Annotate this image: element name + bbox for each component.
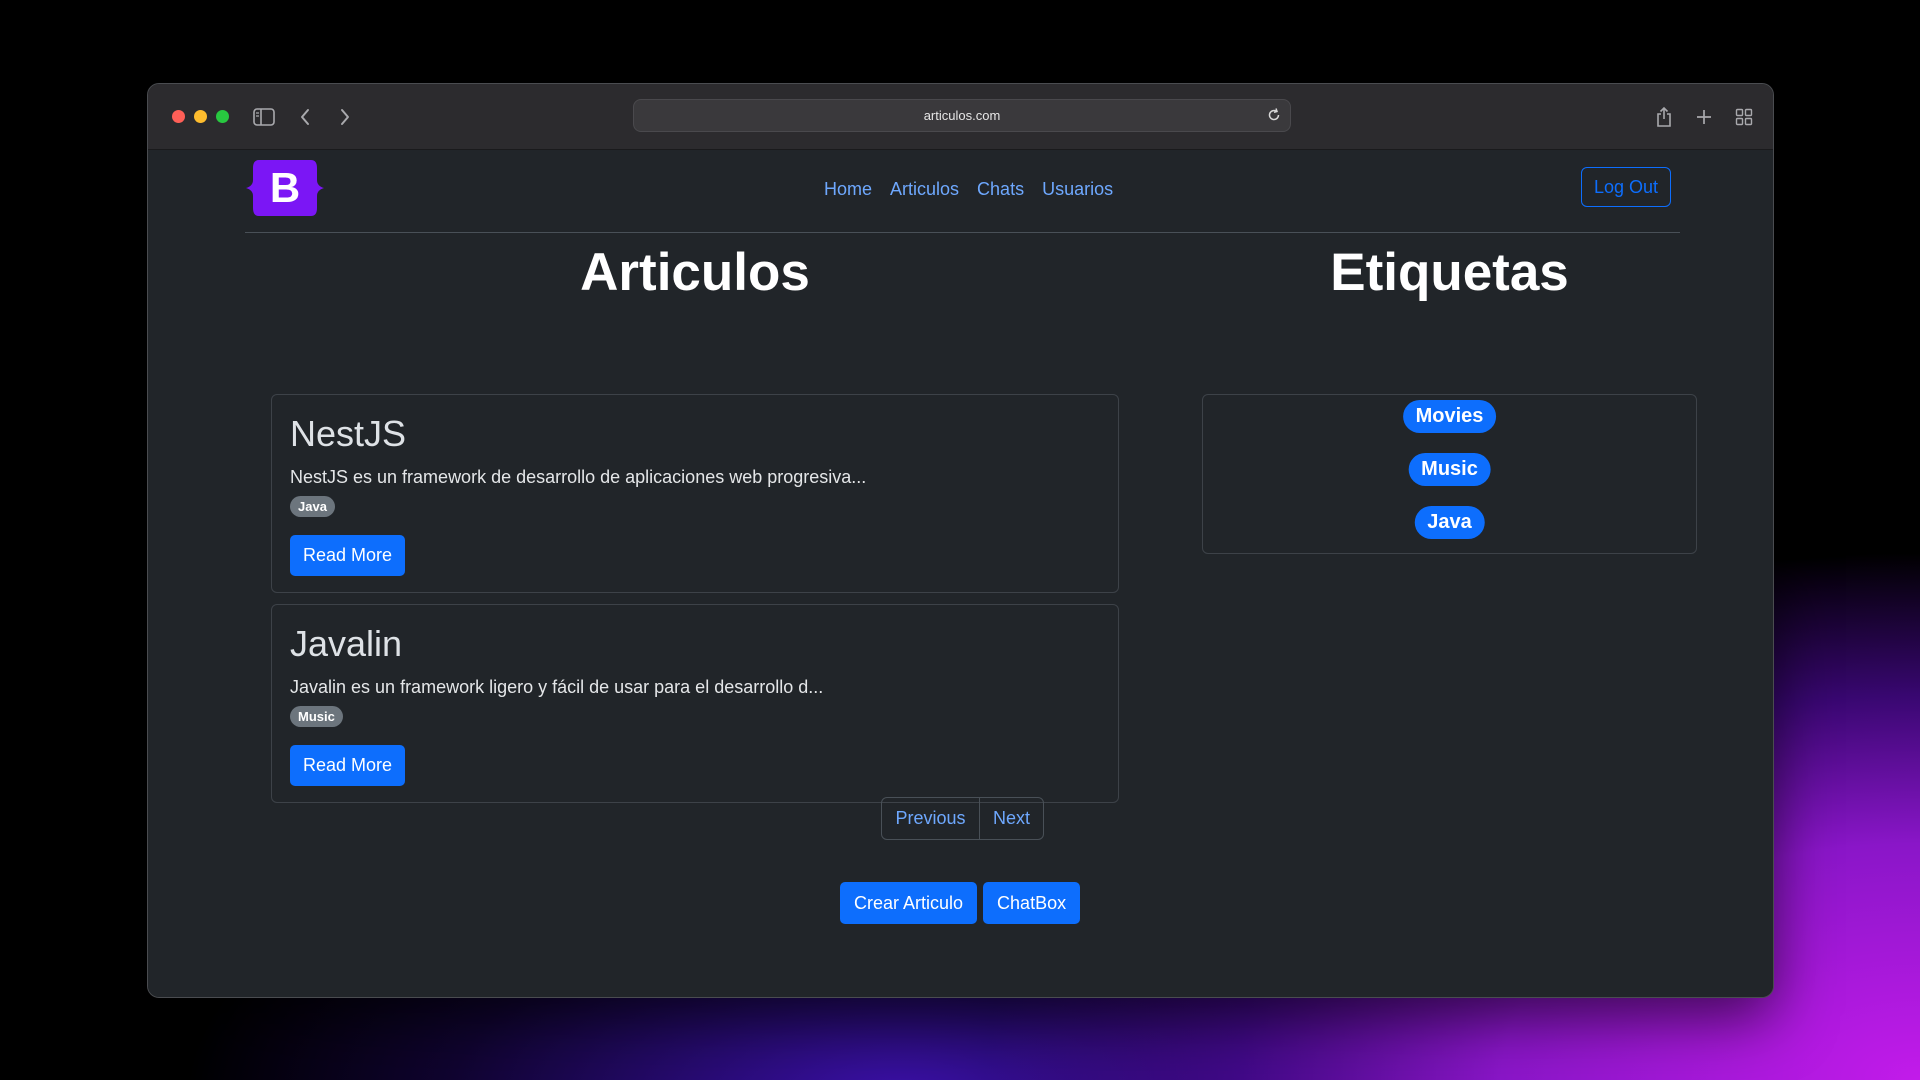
article-title: Javalin	[290, 623, 403, 664]
sidebar-toggle-icon[interactable]	[249, 102, 279, 132]
forward-icon[interactable]	[330, 102, 360, 132]
browser-window: articulos.com B Home Articulos Chats Usu…	[147, 83, 1774, 998]
articles-heading: Articulos	[580, 243, 810, 302]
read-more-button[interactable]: Read More	[290, 535, 405, 576]
bootstrap-logo[interactable]: B	[245, 156, 325, 220]
article-excerpt: Javalin es un framework ligero y fácil d…	[290, 677, 824, 697]
article-card: Javalin Javalin es un framework ligero y…	[271, 604, 1119, 803]
tab-overview-icon[interactable]	[1729, 102, 1759, 132]
article-excerpt: NestJS es un framework de desarrollo de …	[290, 467, 867, 487]
tag-pill-java[interactable]: Java	[1414, 506, 1485, 539]
maximize-window-button[interactable]	[216, 110, 229, 123]
nav-links: Home Articulos Chats Usuarios	[815, 179, 1122, 200]
nav-link-home[interactable]: Home	[815, 179, 881, 200]
article-title: NestJS	[290, 413, 407, 454]
browser-titlebar: articulos.com	[148, 84, 1773, 150]
read-more-button[interactable]: Read More	[290, 745, 405, 786]
tags-card: Movies Music Java	[1202, 394, 1697, 554]
tag-pill-movies[interactable]: Movies	[1402, 400, 1497, 433]
create-article-button[interactable]: Crear Articulo	[840, 882, 978, 924]
close-window-button[interactable]	[172, 110, 185, 123]
nav-link-usuarios[interactable]: Usuarios	[1033, 179, 1122, 200]
logout-button[interactable]: Log Out	[1581, 167, 1671, 207]
tags-heading: Etiquetas	[1330, 243, 1569, 302]
nav-link-articulos[interactable]: Articulos	[881, 179, 968, 200]
page-content: B Home Articulos Chats Usuarios Log Out …	[148, 150, 1773, 997]
back-icon[interactable]	[290, 102, 320, 132]
article-tag-badge: Java	[290, 496, 335, 517]
action-buttons: Crear Articulo ChatBox	[840, 882, 1081, 924]
share-icon[interactable]	[1649, 102, 1679, 132]
pagination-next[interactable]: Next	[979, 798, 1043, 839]
pagination: Previous Next	[881, 797, 1044, 840]
logo-letter: B	[270, 164, 300, 211]
chatbox-button[interactable]: ChatBox	[983, 882, 1081, 924]
navbar: B Home Articulos Chats Usuarios Log Out	[245, 150, 1680, 233]
new-tab-icon[interactable]	[1689, 102, 1719, 132]
minimize-window-button[interactable]	[194, 110, 207, 123]
address-bar[interactable]: articulos.com	[633, 99, 1291, 132]
url-text: articulos.com	[923, 108, 1001, 123]
reload-icon[interactable]	[1266, 107, 1282, 123]
tag-pill-music[interactable]: Music	[1408, 453, 1491, 486]
nav-link-chats[interactable]: Chats	[968, 179, 1033, 200]
article-tag-badge: Music	[290, 706, 343, 727]
pagination-previous[interactable]: Previous	[882, 798, 979, 839]
article-card: NestJS NestJS es un framework de desarro…	[271, 394, 1119, 593]
